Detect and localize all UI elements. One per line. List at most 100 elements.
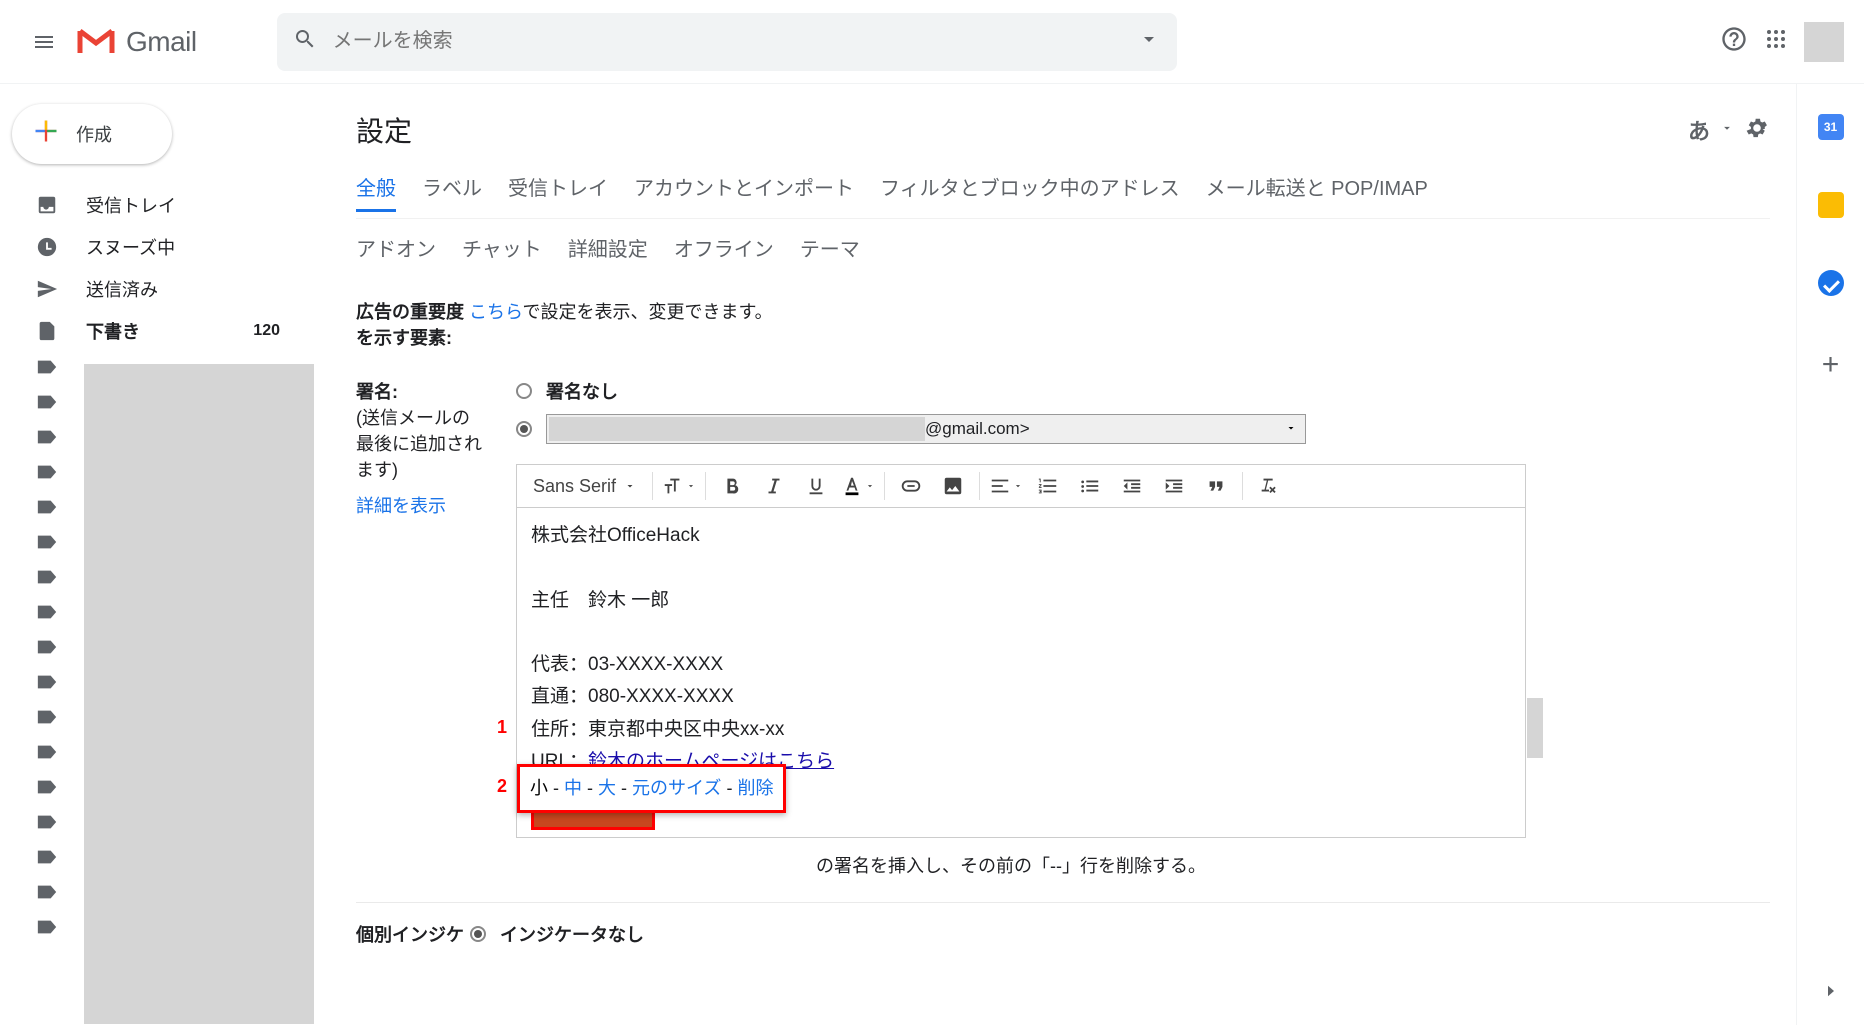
- label-icon: [36, 638, 58, 661]
- page-title: 設定: [356, 110, 412, 150]
- chevron-down-icon[interactable]: [1720, 121, 1734, 140]
- header-right: [1720, 22, 1844, 62]
- signature-editor[interactable]: 株式会社OfficeHack 主任 鈴木 一郎 代表：03-XXXX-XXXX …: [516, 508, 1526, 838]
- clock-icon: [36, 236, 62, 258]
- indent-more-icon[interactable]: [1154, 468, 1194, 504]
- indent-less-icon[interactable]: [1112, 468, 1152, 504]
- bold-icon[interactable]: [712, 468, 752, 504]
- main: 設定 あ 全般 ラベル 受信トレイ アカウントとインポート フィルタとブロック中…: [340, 84, 1786, 1025]
- sig-line: 直通：080-XXXX-XXXX: [531, 681, 1511, 713]
- label-icon: [36, 568, 58, 591]
- tab-labels[interactable]: ラベル: [422, 172, 482, 212]
- tab-offline[interactable]: オフライン: [674, 233, 774, 270]
- tab-accounts[interactable]: アカウントとインポート: [634, 172, 854, 212]
- sig-note: (送信メールの: [356, 404, 516, 430]
- chevron-right-icon[interactable]: [1822, 982, 1840, 1005]
- sidebar-item-snoozed[interactable]: スヌーズ中: [0, 226, 320, 268]
- italic-icon[interactable]: [754, 468, 794, 504]
- text-color-icon[interactable]: [838, 468, 878, 504]
- radio-no-indicator[interactable]: [470, 926, 486, 942]
- help-icon[interactable]: [1720, 25, 1748, 58]
- search-icon[interactable]: [293, 27, 317, 56]
- numbered-list-icon[interactable]: [1028, 468, 1068, 504]
- sig-note: ます): [356, 456, 516, 482]
- tab-advanced[interactable]: 詳細設定: [568, 233, 648, 270]
- size-medium[interactable]: 中: [564, 778, 582, 798]
- no-sig-label: 署名なし: [546, 378, 618, 404]
- indicator-section: 個別インジケ インジケータなし: [356, 902, 1770, 947]
- gmail-logo[interactable]: Gmail: [76, 26, 197, 58]
- inbox-icon: [36, 194, 62, 216]
- ad-label: 広告の重要度: [356, 302, 464, 322]
- ad-link[interactable]: こちら: [469, 302, 522, 322]
- callout-2: 2: [497, 771, 507, 802]
- apps-icon[interactable]: [1764, 27, 1788, 56]
- scrollbar-thumb[interactable]: [1527, 698, 1543, 758]
- hamburger-menu-icon[interactable]: [20, 18, 68, 66]
- input-method-label[interactable]: あ: [1688, 114, 1710, 146]
- tab-general[interactable]: 全般: [356, 172, 396, 212]
- avatar[interactable]: [1804, 22, 1844, 62]
- image-icon[interactable]: [933, 468, 973, 504]
- radio-no-signature[interactable]: [516, 383, 532, 399]
- search-bar[interactable]: [277, 13, 1177, 71]
- search-options-icon[interactable]: [1137, 27, 1161, 56]
- gear-icon[interactable]: [1744, 115, 1770, 146]
- sidebar-item-label: 下書き: [86, 318, 140, 344]
- sig-line: 住所：東京都中央区中央xx-xx: [531, 714, 1511, 746]
- size-large[interactable]: 大: [598, 778, 616, 798]
- compose-button[interactable]: 作成: [12, 104, 172, 164]
- bullet-list-icon[interactable]: [1070, 468, 1110, 504]
- compose-label: 作成: [76, 121, 112, 147]
- radio-email-signature[interactable]: [516, 421, 532, 437]
- email-select[interactable]: @gmail.com>: [546, 414, 1306, 444]
- search-input[interactable]: [333, 30, 1137, 53]
- add-addon-icon[interactable]: +: [1822, 348, 1840, 382]
- size-delete[interactable]: 削除: [737, 778, 773, 798]
- insert-sig-text: の署名を挿入し、その前の「--」行を削除する。: [816, 852, 1206, 878]
- callout-1: 1: [497, 712, 507, 743]
- email-suffix: @gmail.com>: [925, 419, 1030, 439]
- sig-label: 署名:: [356, 378, 516, 404]
- ad-text: で設定を表示、変更できます。: [522, 302, 772, 322]
- label-icon: [36, 463, 58, 486]
- label-icon: [36, 708, 58, 731]
- sig-line: 代表：03-XXXX-XXXX: [531, 649, 1511, 681]
- sidebar-item-inbox[interactable]: 受信トレイ: [0, 184, 320, 226]
- underline-icon[interactable]: [796, 468, 836, 504]
- font-selector[interactable]: Sans Serif: [523, 465, 646, 507]
- sig-line: 株式会社OfficeHack: [531, 520, 1511, 552]
- signature-toolbar: Sans Serif: [516, 464, 1526, 508]
- quote-icon[interactable]: [1196, 468, 1236, 504]
- sidebar-item-sent[interactable]: 送信済み: [0, 268, 320, 310]
- plus-icon: [32, 116, 60, 153]
- ad-importance-section: 広告の重要度 こちらで設定を表示、変更できます。 を示す要素:: [356, 298, 1770, 350]
- clear-format-icon[interactable]: [1249, 468, 1289, 504]
- show-detail-link[interactable]: 詳細を表示: [356, 496, 446, 516]
- tasks-icon[interactable]: [1818, 270, 1844, 296]
- label-icon: [36, 393, 58, 416]
- tab-addons[interactable]: アドオン: [356, 233, 436, 270]
- align-icon[interactable]: [986, 468, 1026, 504]
- tab-chat[interactable]: チャット: [462, 233, 542, 270]
- tab-themes[interactable]: テーマ: [800, 233, 860, 270]
- label-icon: [36, 498, 58, 521]
- sidebar-item-label: スヌーズ中: [86, 234, 175, 260]
- font-size-icon[interactable]: [659, 468, 699, 504]
- size-original[interactable]: 元のサイズ: [632, 778, 721, 798]
- tab-inbox[interactable]: 受信トレイ: [508, 172, 608, 212]
- keep-icon[interactable]: [1818, 192, 1844, 218]
- label-icon: [36, 743, 58, 766]
- tab-forwarding[interactable]: メール転送と POP/IMAP: [1206, 172, 1428, 212]
- image-size-menu: 小 - 中 - 大 - 元のサイズ - 削除: [517, 764, 786, 813]
- signature-section: 署名: (送信メールの 最後に追加され ます) 詳細を表示 署名なし @gmai…: [356, 378, 1770, 878]
- size-small[interactable]: 小: [530, 778, 548, 798]
- chevron-down-icon: [1285, 421, 1297, 439]
- calendar-icon[interactable]: 31: [1818, 114, 1844, 140]
- link-icon[interactable]: [891, 468, 931, 504]
- label-icon: [36, 848, 58, 871]
- sidebar-item-drafts[interactable]: 下書き 120: [0, 310, 320, 352]
- label-icon: [36, 533, 58, 556]
- tab-filters[interactable]: フィルタとブロック中のアドレス: [880, 172, 1180, 212]
- label-icon: [36, 778, 58, 801]
